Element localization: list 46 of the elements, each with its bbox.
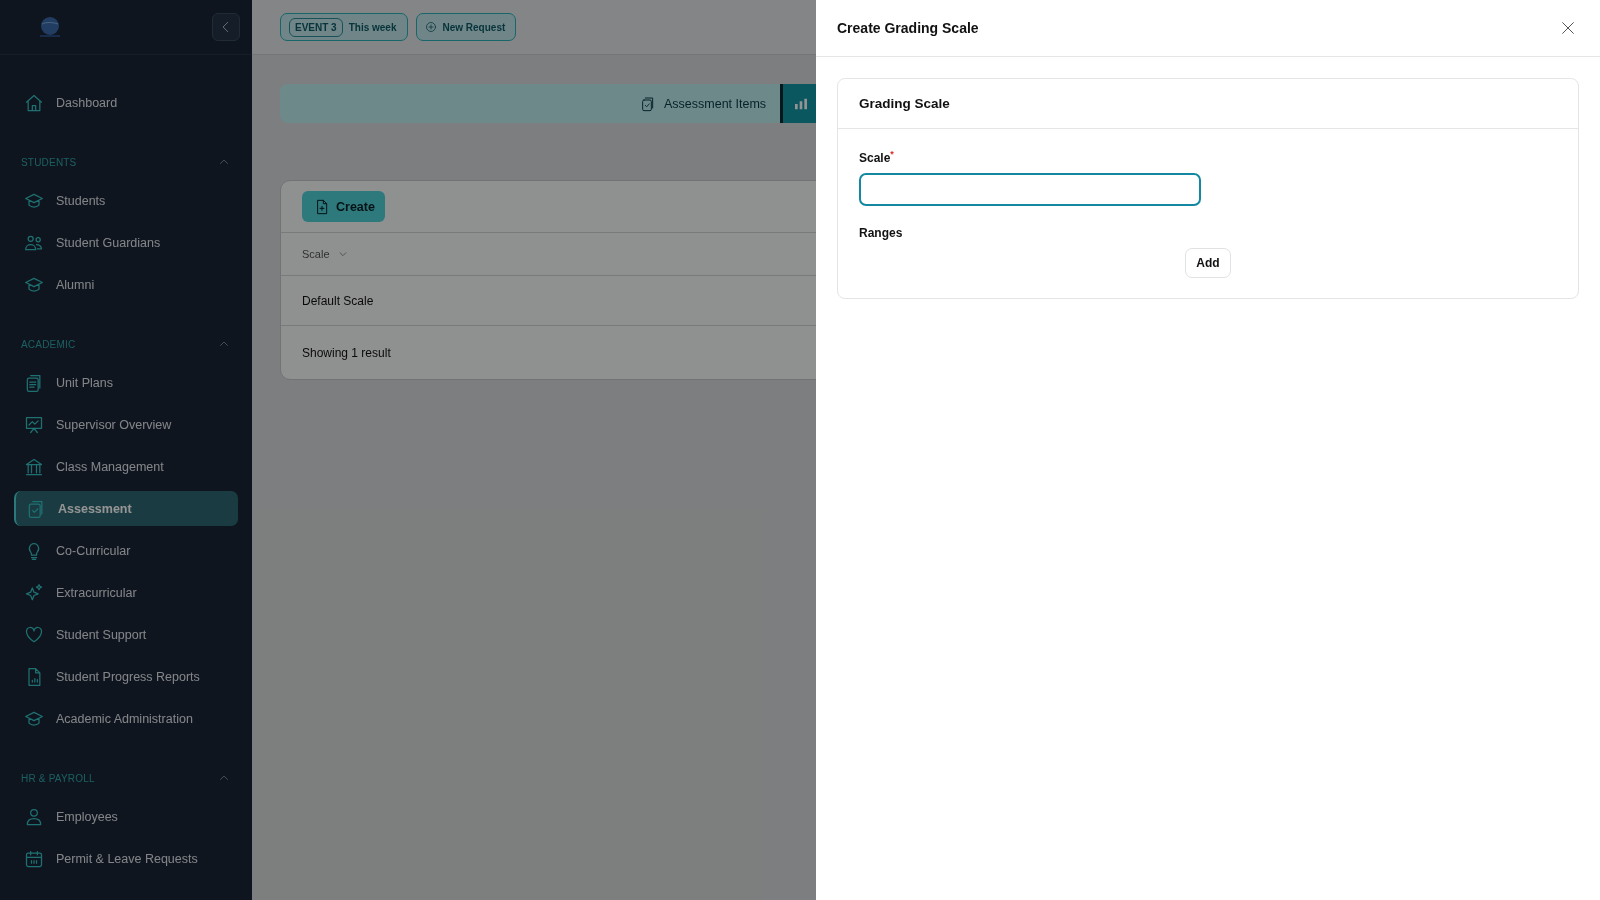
sidebar-item[interactable]: Students	[14, 183, 238, 218]
section-heading: STUDENTS	[21, 156, 77, 168]
column-header[interactable]: Scale	[302, 248, 348, 260]
tab[interactable]: Assessment Items	[626, 84, 781, 123]
event-badge: EVENT 3	[289, 17, 343, 37]
sidebar-item[interactable]: Alumni	[14, 267, 238, 302]
field-label: Scale$^{*}$	[859, 149, 894, 165]
sidebar-item[interactable]: Dashboard	[14, 85, 238, 120]
add-button[interactable]: Add	[1185, 248, 1231, 278]
drawer-title: Create Grading Scale	[837, 20, 979, 36]
sidebar-item[interactable]: Student Support	[14, 617, 238, 652]
card-title: Grading Scale	[838, 79, 1578, 129]
house-icon	[24, 92, 44, 113]
calendar-icon	[24, 848, 44, 869]
sidebar-item[interactable]: Unit Plans	[14, 365, 238, 400]
chevron-down-icon	[337, 249, 348, 259]
presentation-icon	[24, 414, 44, 435]
sidebar-item[interactable]: Supervisor Overview	[14, 407, 238, 442]
sidebar-item[interactable]: Academic Administration	[14, 701, 238, 736]
person-icon	[24, 806, 44, 827]
field-label: Ranges	[859, 226, 903, 240]
sidebar-item[interactable]: Student Guardians	[14, 225, 238, 260]
clipboard-check-icon	[640, 95, 656, 112]
new-request-button[interactable]: New Request	[415, 13, 517, 41]
create-button[interactable]: Create	[302, 191, 385, 222]
sidebar-item[interactable]: Student Progress Reports	[14, 659, 238, 694]
sidebar-item[interactable]: Permit & Leave Requests	[14, 841, 238, 876]
collapse-button[interactable]	[212, 13, 240, 41]
result-count: Showing 1 result	[302, 345, 391, 360]
sparkle-icon	[24, 582, 44, 603]
section-heading: ACADEMIC	[21, 338, 76, 350]
document-plus-icon	[314, 198, 330, 215]
sidebar-item[interactable]: Class Management	[14, 449, 238, 484]
sidebar-item[interactable]: Co-Curricular	[14, 533, 238, 568]
close-icon	[1560, 20, 1576, 36]
event-button[interactable]: EVENT 3 This week	[280, 13, 408, 41]
sidebar-item[interactable]: Employees	[14, 799, 238, 834]
sidebar-item[interactable]: Assessment	[14, 491, 238, 526]
heart-icon	[24, 624, 44, 645]
building-icon	[24, 456, 44, 477]
section-heading: HR & PAYROLL	[21, 772, 95, 784]
event-label: This week	[348, 21, 397, 33]
sidebar-item[interactable]: Extracurricular	[14, 575, 238, 610]
plus-circle-icon	[424, 21, 437, 33]
table-cell: Default Scale	[302, 293, 374, 308]
input-field[interactable]	[859, 173, 1201, 206]
